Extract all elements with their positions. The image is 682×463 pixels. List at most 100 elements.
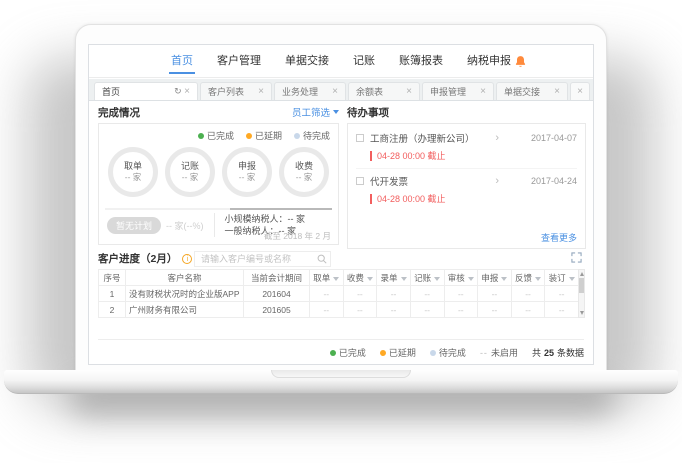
col-bookkeeping[interactable]: 记账: [410, 270, 444, 286]
close-icon[interactable]: ×: [184, 86, 190, 97]
nav-item-doc-handover[interactable]: 单据交接: [285, 45, 329, 77]
table-row[interactable]: 1 没有财税状况时的企业版APP 201604 -- -- -- -- -- -…: [99, 286, 579, 302]
cell-status: --: [511, 286, 545, 302]
scrollbar-thumb[interactable]: [230, 208, 332, 210]
todo-name: 代开发票: [370, 174, 495, 188]
col-pickup[interactable]: 取单: [310, 270, 344, 286]
todo-date: 2017-04-24: [527, 176, 577, 186]
table-header-row: 序号 客户名称 当前会计期间 取单 收费 录单 记账 审核 申报 反馈 装订: [99, 270, 579, 286]
tab-balance-sheet[interactable]: 余额表 ×: [348, 82, 420, 100]
cell-status: --: [545, 286, 579, 302]
col-billing[interactable]: 收费: [343, 270, 377, 286]
legend-item: 待完成: [430, 346, 466, 359]
deadline-bar: [370, 194, 372, 204]
info-icon[interactable]: i: [182, 254, 192, 264]
col-filing[interactable]: 申报: [478, 270, 512, 286]
deadline-text: 04-28 00:00 截止: [377, 192, 446, 205]
todo-item[interactable]: 工商注册（办理新公司） › 2017-04-07 04-28 00:00 截止: [356, 126, 577, 168]
tab-label: 单据交接: [504, 85, 540, 98]
table-scrollbar[interactable]: [578, 269, 585, 318]
cell-status: --: [511, 302, 545, 318]
no-plan-button[interactable]: 暂无计划: [107, 217, 161, 234]
col-customer-name: 客户名称: [126, 270, 244, 286]
table-row[interactable]: 2 广州财务有限公司 201605 -- -- -- -- -- -- -- -…: [99, 302, 579, 318]
nav-item-bookkeeping[interactable]: 记账: [353, 45, 375, 77]
view-more-link[interactable]: 查看更多: [541, 231, 577, 244]
refresh-icon[interactable]: ↻: [174, 86, 182, 96]
todo-item[interactable]: 代开发票 › 2017-04-24 04-28 00:00 截止: [356, 168, 577, 211]
todo-name: 工商注册（办理新公司）: [370, 131, 495, 145]
col-binding[interactable]: 装订: [545, 270, 579, 286]
close-icon[interactable]: ×: [406, 87, 412, 97]
laptop-mockup: 首页 客户管理 单据交接 记账 账簿报表 纳税申报: [0, 0, 682, 463]
tab-home[interactable]: 首页 ↻ ×: [94, 82, 198, 100]
deadline-text: 04-28 00:00 截止: [377, 149, 446, 162]
checkbox[interactable]: [356, 177, 364, 185]
cell-customer-name: 广州财务有限公司: [126, 302, 244, 318]
sort-icon: [569, 277, 575, 281]
small-taxpayer-stat: 小规模纳税人：-- 家: [225, 213, 306, 225]
legend-dot-overdue: [246, 133, 252, 139]
app-window: 首页 客户管理 单据交接 记账 账簿报表 纳税申报: [89, 45, 593, 364]
close-icon[interactable]: ×: [332, 87, 338, 97]
progress-title: 客户进度（2月）: [98, 253, 177, 265]
search-icon[interactable]: [317, 254, 327, 264]
scroll-down-icon[interactable]: [580, 311, 584, 315]
col-feedback[interactable]: 反馈: [511, 270, 545, 286]
sort-icon: [401, 277, 407, 281]
laptop-screen-bezel: 首页 客户管理 单据交接 记账 账簿报表 纳税申报: [75, 24, 607, 372]
nav-item-home[interactable]: 首页: [171, 45, 193, 77]
scroll-up-icon[interactable]: [580, 272, 584, 276]
tab-customer-list[interactable]: 客户列表 ×: [200, 82, 272, 100]
search-input[interactable]: [194, 251, 331, 267]
divider: [214, 213, 215, 237]
legend-item: 待完成: [294, 129, 330, 142]
scrollbar-thumb[interactable]: [579, 278, 584, 293]
legend-item: 已完成: [198, 129, 234, 142]
top-navbar: 首页 客户管理 单据交接 记账 账簿报表 纳税申报: [89, 45, 593, 78]
tab-doc-handover[interactable]: 单据交接 ×: [496, 82, 568, 100]
completion-circles: 取单 -- 家 记账 -- 家 申报 -- 家 收费: [99, 142, 338, 197]
sort-icon: [468, 277, 474, 281]
table-footer: 已完成 已延期 待完成 --未启用 共25条数据: [98, 339, 584, 359]
close-icon[interactable]: ×: [577, 87, 583, 97]
laptop-screen: 首页 客户管理 单据交接 记账 账簿报表 纳税申报: [88, 44, 594, 365]
main-nav: 首页 客户管理 单据交接 记账 账簿报表 纳税申报: [171, 45, 511, 77]
col-entry[interactable]: 录单: [377, 270, 411, 286]
close-icon[interactable]: ×: [554, 87, 560, 97]
nav-item-customer-mgmt[interactable]: 客户管理: [217, 45, 261, 77]
cell-status: --: [478, 302, 512, 318]
customer-search: [194, 251, 331, 267]
cell-status: --: [377, 286, 411, 302]
total-count: 共25条数据: [532, 346, 584, 359]
chevron-right-icon[interactable]: ›: [495, 133, 499, 144]
employee-filter[interactable]: 员工筛选: [292, 105, 339, 119]
tab-filing-mgmt[interactable]: 申报管理 ×: [422, 82, 494, 100]
bell-icon[interactable]: [514, 55, 527, 69]
tab-bar: 首页 ↻ × 客户列表 × 业务处理 × 余额表 ×: [89, 79, 593, 101]
checkbox[interactable]: [356, 134, 364, 142]
circle-filing: 申报 -- 家: [222, 147, 272, 197]
laptop-notch: [271, 370, 411, 378]
tab-empty[interactable]: ×: [570, 82, 590, 100]
legend-dot-pending: [430, 350, 436, 356]
nav-item-ledger-reports[interactable]: 账簿报表: [399, 45, 443, 77]
horizontal-scrollbar[interactable]: [105, 208, 332, 210]
nav-item-tax-filing[interactable]: 纳税申报: [467, 45, 511, 77]
close-icon[interactable]: ×: [258, 87, 264, 97]
expand-icon[interactable]: [571, 252, 582, 263]
legend-item: 已延期: [380, 346, 416, 359]
tab-business-processing[interactable]: 业务处理 ×: [274, 82, 346, 100]
circle-pickup: 取单 -- 家: [108, 147, 158, 197]
todo-panel: 工商注册（办理新公司） › 2017-04-07 04-28 00:00 截止: [347, 123, 586, 249]
tab-label: 申报管理: [430, 85, 466, 98]
completion-legend: 已完成 已延期 待完成: [99, 124, 338, 142]
deadline-bar: [370, 151, 372, 161]
col-review[interactable]: 审核: [444, 270, 478, 286]
chevron-right-icon[interactable]: ›: [495, 176, 499, 187]
sort-icon: [367, 277, 373, 281]
legend-dot-done: [198, 133, 204, 139]
col-period: 当前会计期间: [244, 270, 310, 286]
employee-filter-label: 员工筛选: [292, 105, 330, 119]
close-icon[interactable]: ×: [480, 87, 486, 97]
